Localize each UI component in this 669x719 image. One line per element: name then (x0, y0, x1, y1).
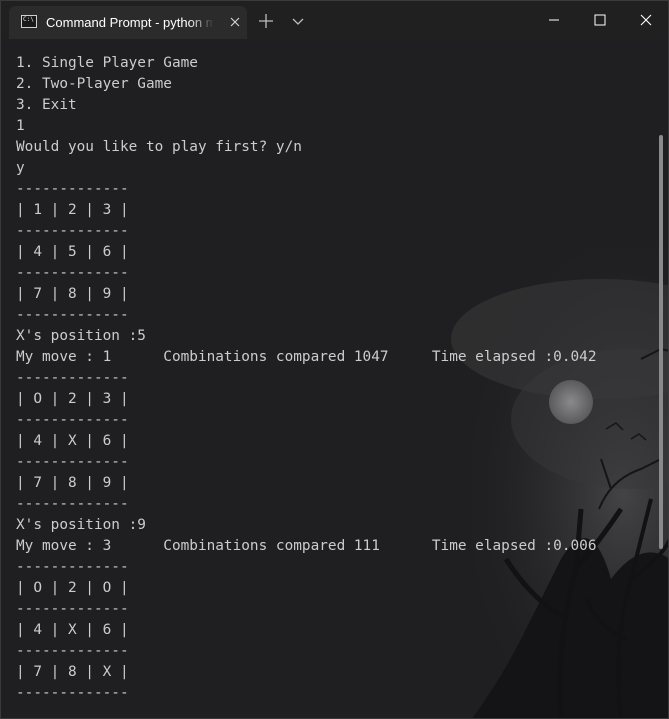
terminal-line: ------------- (16, 454, 129, 470)
new-tab-plus-icon[interactable] (257, 11, 275, 31)
tab-close-icon[interactable] (227, 14, 243, 30)
terminal-line: | 4 | X | 6 | (16, 433, 129, 449)
terminal-line: ------------- (16, 559, 129, 575)
terminal-line: | 4 | 5 | 6 | (16, 244, 129, 260)
close-icon[interactable] (623, 1, 668, 39)
tab-command-prompt[interactable]: C:\ Command Prompt - python main (9, 6, 247, 39)
title-bar[interactable]: C:\ Command Prompt - python main (1, 1, 668, 39)
terminal-line: | 7 | 8 | 9 | (16, 286, 129, 302)
terminal-line: ------------- (16, 265, 129, 281)
tab-title: Command Prompt - python main (46, 15, 214, 30)
terminal-line: | 4 | X | 6 | (16, 622, 129, 638)
terminal-line: ------------- (16, 307, 129, 323)
maximize-icon[interactable] (577, 1, 623, 39)
terminal-line: Would you like to play first? y/n (16, 139, 302, 155)
terminal-line: ------------- (16, 412, 129, 428)
terminal-line: 3. Exit (16, 97, 77, 113)
terminal-line: 1 (16, 118, 25, 134)
terminal-line: ------------- (16, 181, 129, 197)
chevron-down-icon[interactable] (289, 11, 307, 31)
terminal-line: X's position :9 (16, 517, 146, 533)
terminal-line: | O | 2 | 3 | (16, 391, 129, 407)
terminal-line: 2. Two-Player Game (16, 76, 172, 92)
terminal-line: My move : 3 Combinations compared 111 Ti… (16, 538, 597, 554)
terminal-line: ------------- (16, 685, 129, 701)
terminal-line: ------------- (16, 643, 129, 659)
terminal-line: y (16, 160, 25, 176)
command-prompt-icon: C:\ (21, 15, 37, 28)
terminal-line: | O | 2 | O | (16, 580, 129, 596)
tab-icon-text: C:\ (23, 16, 34, 23)
terminal-line: | 7 | 8 | X | (16, 664, 129, 680)
terminal-line: ------------- (16, 496, 129, 512)
terminal-line: My move : 1 Combinations compared 1047 T… (16, 349, 597, 365)
vertical-scrollbar[interactable] (659, 135, 663, 549)
terminal-line: | 1 | 2 | 3 | (16, 202, 129, 218)
terminal-output-area[interactable]: 1. Single Player Game 2. Two-Player Game… (1, 39, 668, 718)
terminal-line: 1. Single Player Game (16, 55, 198, 71)
terminal-line: ------------- (16, 601, 129, 617)
terminal-line: ------------- (16, 370, 129, 386)
terminal-output: 1. Single Player Game 2. Two-Player Game… (16, 53, 596, 704)
terminal-line: X's position :5 (16, 328, 146, 344)
terminal-line: ------------- (16, 223, 129, 239)
terminal-line: | 7 | 8 | 9 | (16, 475, 129, 491)
minimize-icon[interactable] (531, 1, 577, 39)
terminal-window: C:\ Command Prompt - python main (0, 0, 669, 719)
